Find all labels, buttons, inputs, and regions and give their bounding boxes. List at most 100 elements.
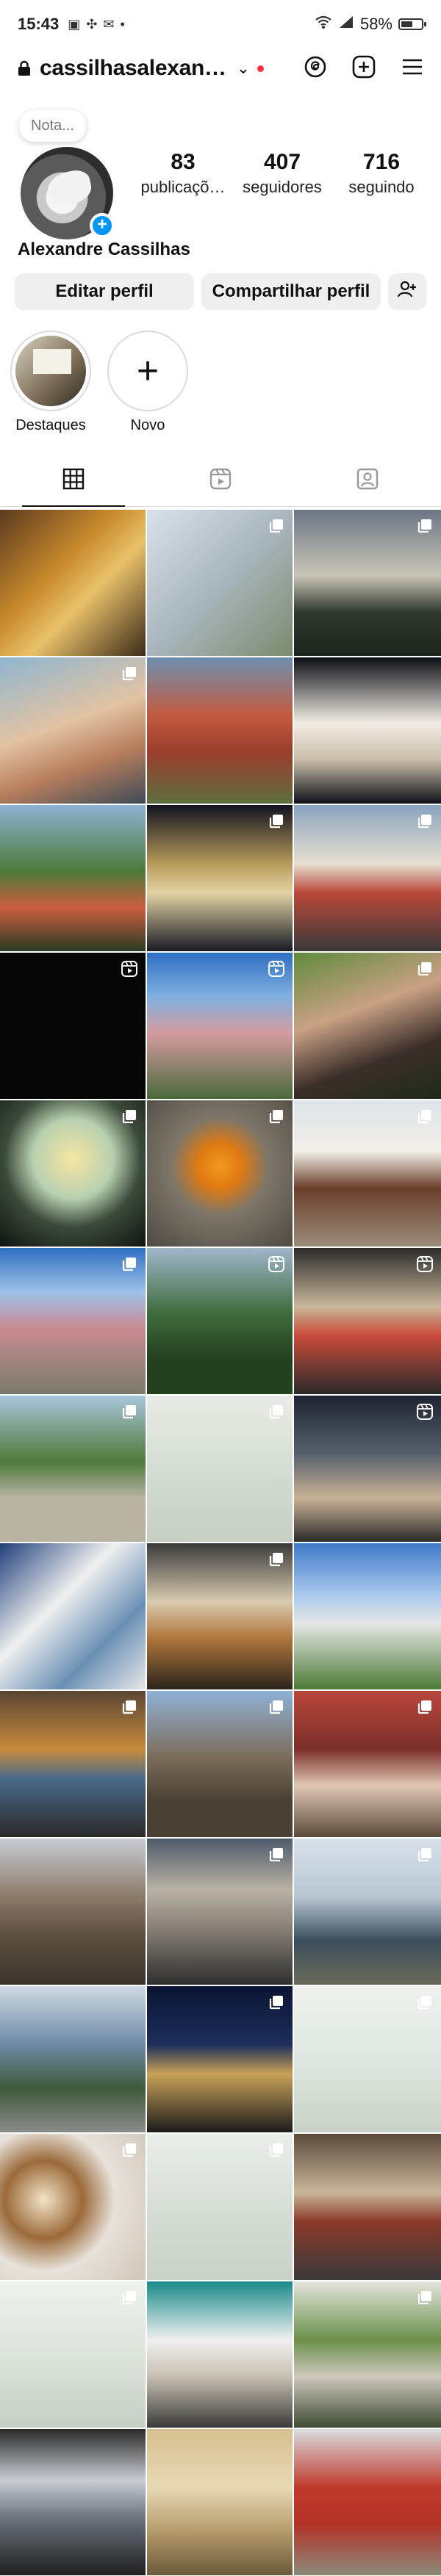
carousel-icon [121, 1108, 138, 1125]
status-bar: 15:43 ▣ ✣ ✉ • 58% [0, 0, 441, 48]
post-thumbnail[interactable] [0, 1839, 146, 1985]
photo-notification-icon: ▣ [68, 16, 81, 32]
post-thumbnail[interactable] [147, 1543, 293, 1689]
profile-avatar[interactable]: + [21, 147, 115, 239]
post-thumbnail[interactable] [147, 953, 293, 1099]
post-thumbnail[interactable] [147, 1100, 293, 1246]
carousel-icon [121, 665, 138, 682]
post-thumbnail[interactable] [147, 657, 293, 804]
carousel-icon [416, 812, 434, 830]
username-switcher[interactable]: cassilhasalexan… [40, 56, 226, 81]
discover-people-button[interactable] [388, 273, 426, 310]
chevron-down-icon[interactable]: ⌄ [237, 59, 250, 78]
tagged-icon [355, 466, 380, 495]
carousel-icon [268, 1108, 285, 1125]
tab-reels[interactable] [147, 455, 294, 506]
plus-icon: + [136, 350, 159, 392]
post-thumbnail[interactable] [294, 1100, 441, 1246]
post-thumbnail[interactable] [0, 657, 146, 804]
profile-tabs [0, 455, 441, 507]
post-thumbnail[interactable] [0, 2429, 146, 2575]
signal-icon [338, 15, 354, 34]
add-story-icon[interactable]: + [90, 213, 115, 238]
profile-actions: Editar perfil Compartilhar perfil [15, 273, 426, 310]
carousel-icon [121, 2289, 138, 2306]
profile-top-nav: cassilhasalexan… ⌄ [0, 48, 441, 88]
tab-tagged[interactable] [294, 455, 441, 506]
following-count: 716 [362, 150, 401, 174]
carousel-icon [416, 517, 434, 535]
post-thumbnail[interactable] [0, 1396, 146, 1542]
post-thumbnail[interactable] [294, 657, 441, 804]
highlight-destaques[interactable]: Destaques [10, 331, 91, 434]
post-thumbnail[interactable] [147, 805, 293, 951]
post-thumbnail[interactable] [0, 2134, 146, 2280]
post-thumbnail[interactable] [294, 1839, 441, 1985]
battery-percent: 58% [359, 15, 392, 33]
edit-profile-button[interactable]: Editar perfil [15, 273, 194, 310]
post-thumbnail[interactable] [0, 1100, 146, 1246]
post-thumbnail[interactable] [294, 1986, 441, 2132]
carousel-icon [268, 1403, 285, 1421]
post-thumbnail[interactable] [0, 953, 146, 1099]
post-thumbnail[interactable] [294, 2429, 441, 2575]
post-thumbnail[interactable] [294, 1543, 441, 1689]
share-profile-button[interactable]: Compartilhar perfil [201, 273, 381, 310]
post-thumbnail[interactable] [147, 1691, 293, 1837]
post-thumbnail[interactable] [294, 2281, 441, 2428]
post-thumbnail[interactable] [147, 1248, 293, 1394]
post-thumbnail[interactable] [147, 2429, 293, 2575]
post-thumbnail[interactable] [294, 1396, 441, 1542]
carousel-icon [121, 1698, 138, 1716]
post-thumbnail[interactable] [147, 510, 293, 656]
carousel-icon [268, 517, 285, 535]
post-thumbnail[interactable] [0, 1248, 146, 1394]
post-thumbnail[interactable] [0, 1986, 146, 2132]
note-bubble[interactable]: Nota... [19, 110, 86, 142]
post-thumbnail[interactable] [0, 2281, 146, 2428]
carousel-icon [268, 1698, 285, 1716]
carousel-icon [268, 1994, 285, 2011]
post-thumbnail[interactable] [147, 1986, 293, 2132]
post-thumbnail[interactable] [294, 805, 441, 951]
reel-icon [416, 1255, 434, 1273]
post-thumbnail[interactable] [0, 1691, 146, 1837]
share-notification-icon: ✣ [86, 16, 98, 32]
post-thumbnail[interactable] [147, 1839, 293, 1985]
carousel-icon [121, 1403, 138, 1421]
carousel-icon [416, 1108, 434, 1125]
post-thumbnail[interactable] [0, 510, 146, 656]
post-thumbnail[interactable] [294, 2134, 441, 2280]
carousel-icon [121, 1255, 138, 1273]
posts-stat[interactable]: 83 publicaçõ… [135, 150, 231, 197]
post-thumbnail[interactable] [147, 2134, 293, 2280]
post-thumbnail[interactable] [294, 953, 441, 1099]
post-thumbnail[interactable] [294, 1691, 441, 1837]
tab-posts-grid[interactable] [0, 455, 147, 507]
post-thumbnail[interactable] [147, 2281, 293, 2428]
post-thumbnail[interactable] [294, 1248, 441, 1394]
create-post-icon[interactable] [351, 54, 376, 83]
followers-stat[interactable]: 407 seguidores [234, 150, 330, 197]
post-thumbnail[interactable] [0, 805, 146, 951]
post-thumbnail[interactable] [294, 510, 441, 656]
following-stat[interactable]: 716 seguindo [334, 150, 429, 197]
post-thumbnail[interactable] [147, 1396, 293, 1542]
threads-icon[interactable] [303, 54, 328, 83]
carousel-icon [268, 1551, 285, 1568]
carousel-icon [268, 812, 285, 830]
reels-icon [208, 466, 233, 495]
reel-icon [121, 960, 138, 978]
battery-icon [398, 18, 426, 30]
posts-label: publicaçõ… [140, 178, 226, 196]
posts-grid [0, 510, 441, 2575]
profile-full-name: Alexandre Cassilhas [18, 239, 190, 259]
carousel-icon [416, 1698, 434, 1716]
followers-label: seguidores [243, 178, 322, 196]
carousel-icon [416, 960, 434, 978]
reel-icon [416, 1403, 434, 1421]
highlight-new[interactable]: + Novo [107, 331, 188, 434]
post-thumbnail[interactable] [0, 1543, 146, 1689]
carousel-icon [268, 2141, 285, 2159]
menu-icon[interactable] [400, 54, 425, 83]
